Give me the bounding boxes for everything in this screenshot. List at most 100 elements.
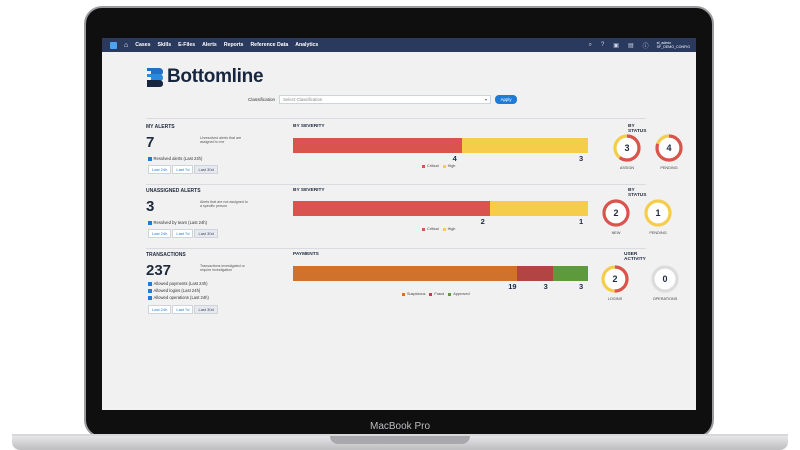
new-donut[interactable]: 2 xyxy=(601,198,631,228)
unassigned-alerts-section: UNASSIGNED ALERTS 3 Alerts that are not … xyxy=(146,188,672,248)
nav-efiles[interactable]: E-Files xyxy=(178,42,195,48)
approved-legend-dot xyxy=(448,292,452,296)
donut-value: 2 xyxy=(613,208,618,218)
range-30d[interactable]: Last 30d xyxy=(194,305,218,314)
divider xyxy=(146,184,646,185)
donut-value: 4 xyxy=(666,143,671,153)
chevron-down-icon: ▾ xyxy=(485,97,488,102)
section-description: Unresolved alerts that are assigned to m… xyxy=(200,136,242,145)
checkbox-icon xyxy=(148,289,152,293)
checkbox-allowed-logins[interactable]: Allowed logins (Last 24h) xyxy=(148,288,200,293)
high-legend-dot xyxy=(442,227,446,231)
nav-right-tools: ⌕ ? ▣ ▤ ⓘ sf_admin SF_DEMO_CONFIG xyxy=(580,38,690,52)
transaction-count: 237 xyxy=(146,262,172,279)
checkbox-label: Allowed logins (Last 24h) xyxy=(153,288,201,293)
severity-bar xyxy=(293,138,588,153)
checkbox-resolved[interactable]: Resolved alerts (Last 24h) xyxy=(148,156,202,161)
apply-button[interactable]: Apply xyxy=(495,95,518,104)
payments-legend: Suspicious Fraud Approved xyxy=(398,292,470,296)
operations-donut[interactable]: 0 xyxy=(650,264,680,294)
range-24h[interactable]: Last 24h xyxy=(148,165,172,174)
donut-value: 3 xyxy=(624,143,629,153)
range-buttons: Last 24h Last 7d Last 30d xyxy=(148,229,219,238)
approved-legend-label: Approved xyxy=(453,292,470,296)
fraud-segment[interactable] xyxy=(517,266,553,281)
logins-donut[interactable]: 2 xyxy=(600,264,630,294)
classification-select[interactable]: Select Classification ▾ xyxy=(279,95,492,104)
critical-legend-label: Critical xyxy=(427,227,439,231)
brand-logo: Bottomline xyxy=(144,66,264,88)
donut-value: 1 xyxy=(655,208,660,218)
pending-donut[interactable]: 1 xyxy=(643,198,673,228)
checkbox-allowed-operations[interactable]: Allowed operations (Last 24h) xyxy=(148,295,209,300)
high-segment[interactable] xyxy=(461,138,588,153)
app-logo-icon[interactable] xyxy=(110,41,117,49)
info-icon[interactable]: ⓘ xyxy=(643,41,649,50)
nav-reports[interactable]: Reports xyxy=(224,42,244,48)
range-24h[interactable]: Last 24h xyxy=(148,305,172,314)
payments-bar xyxy=(293,266,588,281)
range-buttons: Last 24h Last 7d Last 30d xyxy=(148,305,219,314)
device-model-label: MacBook Pro xyxy=(369,421,431,432)
severity-bar xyxy=(293,201,588,216)
suspicious-segment[interactable] xyxy=(293,266,518,281)
critical-value: 2 xyxy=(480,217,485,226)
section-title: MY ALERTS xyxy=(146,124,175,130)
checkbox-icon xyxy=(148,296,152,300)
checkbox-icon xyxy=(148,157,152,161)
help-icon[interactable]: ? xyxy=(601,42,604,48)
range-7d[interactable]: Last 7d xyxy=(172,165,194,174)
status-title: BY STATUS xyxy=(628,188,647,198)
classification-placeholder: Select Classification xyxy=(283,97,323,102)
pending-label: PENDING xyxy=(660,166,678,170)
alert-count: 7 xyxy=(146,134,155,151)
checkbox-resolved-team[interactable]: Resolved by team (Last 24h) xyxy=(148,220,207,225)
severity-legend: Critical High xyxy=(418,227,455,231)
search-icon[interactable]: ⌕ xyxy=(589,42,592,49)
checkbox-allowed-payments[interactable]: Allowed payments (Last 24h) xyxy=(148,281,208,286)
range-7d[interactable]: Last 7d xyxy=(172,305,194,314)
my-alerts-section: MY ALERTS 7 Unresolved alerts that are a… xyxy=(146,124,683,184)
new-label: NEW xyxy=(611,231,621,235)
range-30d[interactable]: Last 30d xyxy=(194,165,218,174)
laptop-notch xyxy=(330,436,470,444)
home-icon[interactable]: ⌂ xyxy=(124,42,128,49)
checkbox-label: Resolved alerts (Last 24h) xyxy=(153,156,203,161)
checkbox-label: Allowed payments (Last 24h) xyxy=(153,281,208,286)
range-7d[interactable]: Last 7d xyxy=(172,229,194,238)
section-title: TRANSACTIONS xyxy=(146,252,186,258)
high-legend-label: High xyxy=(447,227,456,231)
critical-segment[interactable] xyxy=(293,138,462,153)
approved-segment[interactable] xyxy=(552,266,588,281)
assign-donut[interactable]: 3 xyxy=(612,133,642,163)
pending-donut[interactable]: 4 xyxy=(654,133,684,163)
fraud-value: 3 xyxy=(543,282,548,291)
brand-name: Bottomline xyxy=(167,66,264,87)
marketing-image: MacBook Pro ⌂ Cases Skills E-Files Alert… xyxy=(0,0,800,450)
range-30d[interactable]: Last 30d xyxy=(194,229,218,238)
nav-reference-data[interactable]: Reference Data xyxy=(250,42,288,48)
classification-label: Classification xyxy=(248,97,276,102)
nav-cases[interactable]: Cases xyxy=(135,42,150,48)
user-menu[interactable]: sf_admin SF_DEMO_CONFIG xyxy=(657,41,690,49)
nav-analytics[interactable]: Analytics xyxy=(295,42,318,48)
section-title: UNASSIGNED ALERTS xyxy=(146,188,201,194)
high-segment[interactable] xyxy=(489,201,588,216)
briefcase-icon[interactable]: ▣ xyxy=(613,42,619,49)
donut-value: 0 xyxy=(662,274,667,284)
alert-count: 3 xyxy=(146,198,155,215)
nav-skills[interactable]: Skills xyxy=(158,42,172,48)
user-config: SF_DEMO_CONFIG xyxy=(656,45,690,49)
section-description: Alerts that are not assigned to a specif… xyxy=(200,200,248,209)
checkbox-icon xyxy=(148,282,152,286)
critical-segment[interactable] xyxy=(293,201,490,216)
assign-label: ASSIGN xyxy=(619,166,635,170)
logins-label: LOGINS xyxy=(607,297,623,301)
payments-title: PAYMENTS xyxy=(293,252,319,257)
range-24h[interactable]: Last 24h xyxy=(148,229,172,238)
severity-legend: Critical High xyxy=(418,164,455,168)
bottomline-logo-icon xyxy=(147,68,163,87)
nav-alerts[interactable]: Alerts xyxy=(202,42,217,48)
checkbox-icon xyxy=(148,221,152,225)
print-icon[interactable]: ▤ xyxy=(628,42,634,49)
